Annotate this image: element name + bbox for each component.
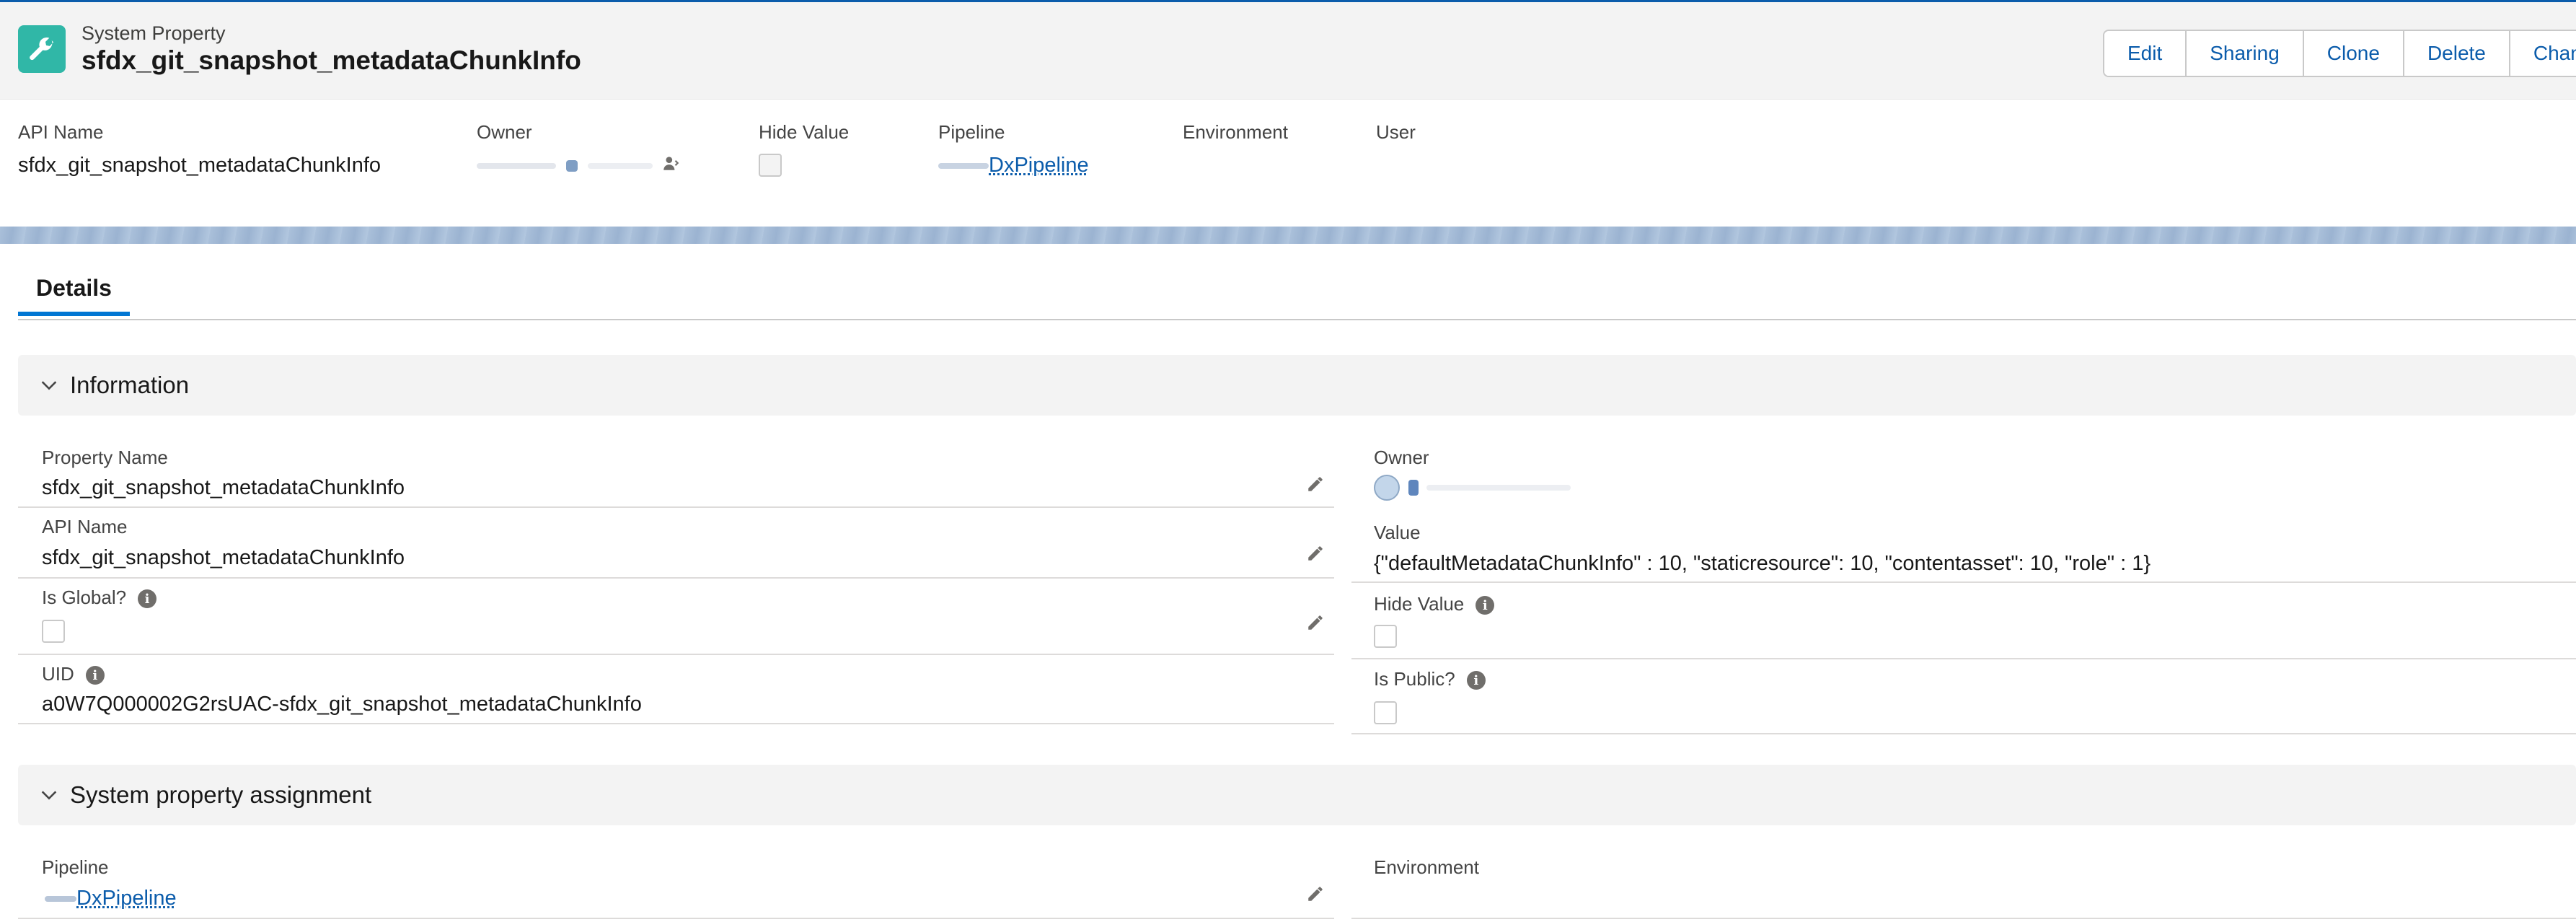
api-name-label: API Name: [42, 516, 128, 538]
sharing-button[interactable]: Sharing: [2187, 31, 2304, 76]
assignment-section-title: System property assignment: [70, 781, 371, 809]
owner-label: Owner: [1374, 447, 1429, 469]
property-name-label: Property Name: [42, 447, 168, 469]
is-global-label-wrap: Is Global? i: [42, 587, 156, 609]
info-icon[interactable]: i: [1467, 671, 1486, 690]
info-icon[interactable]: i: [1476, 596, 1494, 615]
change-owner-icon[interactable]: [661, 154, 680, 178]
property-name-value: sfdx_git_snapshot_metadataChunkInfo: [42, 476, 405, 500]
wrench-icon: [18, 25, 66, 73]
assignment-section-header[interactable]: System property assignment: [18, 765, 2576, 825]
highlight-pipeline-label: Pipeline: [938, 121, 1089, 144]
value-label: Value: [1374, 522, 1421, 544]
highlight-api-name-label: API Name: [18, 121, 381, 144]
page-title: sfdx_git_snapshot_metadataChunkInfo: [81, 45, 581, 76]
change-owner-button[interactable]: Chang: [2510, 31, 2576, 76]
field-value: Value {"defaultMetadataChunkInfo" : 10, …: [1351, 512, 2576, 583]
information-section-title: Information: [70, 372, 189, 399]
field-uid: UID i a0W7Q000002G2rsUAC-sfdx_git_snapsho…: [18, 655, 1334, 724]
is-public-checkbox: [1374, 701, 1397, 724]
field-is-public: Is Public? i: [1351, 659, 2576, 734]
hide-value-label: Hide Value: [1374, 593, 1464, 615]
highlight-pipeline: Pipeline DxPipeline: [938, 121, 1089, 177]
highlight-environment-label: Environment: [1183, 121, 1288, 144]
delete-button[interactable]: Delete: [2404, 31, 2510, 76]
tab-bar: Details: [18, 264, 2576, 320]
highlight-owner: Owner: [477, 121, 680, 178]
uid-label: UID: [42, 663, 74, 685]
highlight-owner-value[interactable]: [477, 154, 680, 178]
edit-pencil-icon[interactable]: [1304, 882, 1327, 905]
value-value: {"defaultMetadataChunkInfo" : 10, "stati…: [1374, 552, 2151, 576]
field-pipeline: Pipeline DxPipeline: [18, 848, 1334, 919]
chevron-down-icon[interactable]: [38, 784, 60, 806]
highlight-hide-value-label: Hide Value: [759, 121, 849, 144]
highlight-pipeline-link[interactable]: DxPipeline: [989, 154, 1089, 177]
owner-value[interactable]: [1374, 475, 1571, 501]
field-is-global: Is Global? i: [18, 579, 1334, 655]
clone-button[interactable]: Clone: [2304, 31, 2404, 76]
edit-pencil-icon[interactable]: [1304, 611, 1327, 634]
pipeline-value-wrap: DxPipeline: [42, 887, 177, 910]
decorative-banner: [0, 227, 2576, 244]
is-global-checkbox: [42, 620, 65, 643]
record-header: System Property sfdx_git_snapshot_metada…: [0, 2, 2576, 100]
highlight-user: User: [1376, 121, 1416, 144]
highlight-api-name-value: sfdx_git_snapshot_metadataChunkInfo: [18, 154, 381, 177]
is-public-label: Is Public?: [1374, 668, 1455, 690]
highlight-environment: Environment: [1183, 121, 1288, 144]
highlight-owner-label: Owner: [477, 121, 680, 144]
environment-label: Environment: [1374, 856, 1479, 879]
uid-label-wrap: UID i: [42, 663, 105, 685]
field-property-name: Property Name sfdx_git_snapshot_metadata…: [18, 439, 1334, 508]
highlights-panel: API Name sfdx_git_snapshot_metadataChunk…: [0, 100, 2576, 227]
info-icon[interactable]: i: [86, 666, 105, 685]
avatar: [1374, 475, 1400, 501]
field-api-name: API Name sfdx_git_snapshot_metadataChunk…: [18, 508, 1334, 579]
edit-pencil-icon[interactable]: [1304, 473, 1327, 496]
is-global-label: Is Global?: [42, 587, 126, 608]
hide-value-label-wrap: Hide Value i: [1374, 593, 1494, 615]
edit-button[interactable]: Edit: [2104, 31, 2187, 76]
edit-pencil-icon[interactable]: [1304, 542, 1327, 565]
action-button-group: Edit Sharing Clone Delete Chang: [2103, 30, 2576, 77]
field-owner: Owner: [1351, 439, 2576, 509]
api-name-value: sfdx_git_snapshot_metadataChunkInfo: [42, 546, 405, 570]
highlight-user-label: User: [1376, 121, 1416, 144]
highlight-pipeline-value-wrap: DxPipeline: [938, 154, 1089, 177]
pipeline-label: Pipeline: [42, 856, 109, 879]
tab-details[interactable]: Details: [18, 264, 130, 316]
highlight-hide-value-field: [759, 154, 849, 183]
info-icon[interactable]: i: [138, 589, 156, 608]
highlight-api-name: API Name sfdx_git_snapshot_metadataChunk…: [18, 121, 381, 177]
object-type-label: System Property: [81, 22, 226, 45]
chevron-down-icon[interactable]: [38, 374, 60, 396]
hide-value-checkbox: [1374, 625, 1397, 648]
field-hide-value: Hide Value i: [1351, 583, 2576, 659]
field-environment: Environment: [1351, 848, 2576, 919]
is-public-label-wrap: Is Public? i: [1374, 668, 1486, 690]
information-section-header[interactable]: Information: [18, 355, 2576, 416]
pipeline-link[interactable]: DxPipeline: [76, 887, 177, 910]
highlight-hide-value-checkbox: [759, 154, 782, 177]
highlight-hide-value: Hide Value: [759, 121, 849, 183]
uid-value: a0W7Q000002G2rsUAC-sfdx_git_snapshot_met…: [42, 693, 642, 716]
